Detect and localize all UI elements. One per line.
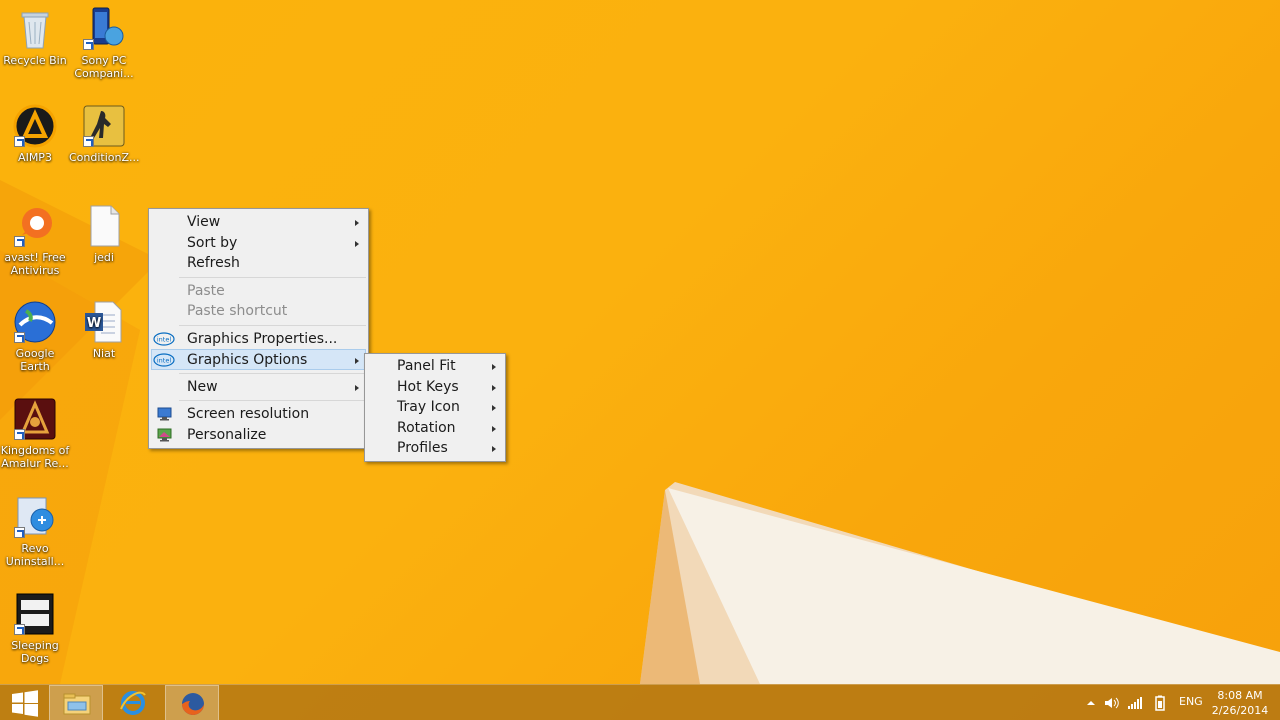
submenu-item-rotation[interactable]: Rotation — [365, 418, 505, 439]
show-hidden-icons-chevron-icon[interactable] — [1083, 695, 1099, 711]
shortcut-arrow-icon — [14, 624, 25, 635]
desktop-icon-sleeping-dogs[interactable]: Sleeping Dogs — [0, 591, 70, 665]
desktop-icon-label: Revo Uninstall... — [5, 542, 65, 568]
submenu-arrow-icon — [492, 364, 496, 370]
shortcut-arrow-icon — [14, 429, 25, 440]
avast-icon — [12, 203, 58, 249]
desktop-icon-condition-zero[interactable]: ConditionZ... — [69, 103, 140, 164]
svg-text:W: W — [87, 316, 101, 331]
taskbar-clock[interactable]: 8:08 AM 2/26/2014 — [1208, 688, 1272, 718]
input-language-indicator[interactable]: ENG — [1179, 695, 1203, 708]
network-signal-icon[interactable] — [1127, 695, 1143, 711]
menu-item-sort-by[interactable]: Sort by — [149, 233, 368, 254]
shortcut-arrow-icon — [83, 39, 94, 50]
desktop-icon-aimp3[interactable]: AIMP3 — [0, 103, 70, 164]
desktop-icon-label: Recycle Bin — [3, 54, 67, 67]
desktop-icon-kingdoms-of-amalur[interactable]: Kingdoms of Amalur Re... — [0, 396, 70, 470]
graphics-options-submenu: Panel Fit Hot Keys Tray Icon Rotation Pr… — [364, 353, 506, 462]
desktop-icon-label: jedi — [94, 251, 114, 264]
menu-separator — [179, 324, 366, 326]
desktop-icon-label: Sony PC Compani... — [74, 54, 134, 80]
revo-uninstaller-icon — [12, 494, 58, 540]
google-earth-icon — [12, 299, 58, 345]
desktop-icon-google-earth[interactable]: Google Earth — [0, 299, 70, 373]
submenu-arrow-icon — [492, 405, 496, 411]
clock-time: 8:08 AM — [1217, 689, 1263, 702]
menu-item-refresh[interactable]: Refresh — [149, 253, 368, 274]
sleeping-dogs-icon — [12, 591, 58, 637]
submenu-arrow-icon — [492, 425, 496, 432]
menu-item-personalize[interactable]: Personalize — [149, 425, 368, 446]
shortcut-arrow-icon — [14, 332, 25, 343]
taskbar: ENG 8:08 AM 2/26/2014 — [0, 684, 1280, 720]
desktop-icon-label: ConditionZ... — [69, 151, 140, 164]
submenu-arrow-icon — [492, 446, 496, 452]
text-file-icon — [81, 203, 127, 249]
submenu-item-hot-keys[interactable]: Hot Keys — [365, 377, 505, 398]
svg-text:intel: intel — [157, 357, 171, 365]
desktop-icon-revo-uninstaller[interactable]: Revo Uninstall... — [0, 494, 70, 568]
desktop-icon-label: Sleeping Dogs — [11, 639, 59, 665]
shortcut-arrow-icon — [83, 136, 94, 147]
desktop-icon-label: Google Earth — [15, 347, 55, 373]
menu-separator — [179, 276, 366, 278]
menu-separator — [179, 372, 366, 374]
desktop-icon-label: Niat — [92, 347, 116, 360]
desktop-icon-jedi[interactable]: jedi — [69, 203, 139, 264]
battery-icon[interactable] — [1152, 695, 1168, 711]
menu-item-paste[interactable]: Paste — [149, 281, 368, 302]
monitor-icon — [157, 407, 172, 421]
submenu-arrow-icon — [355, 240, 359, 247]
personalize-icon — [157, 428, 172, 441]
clock-date: 2/26/2014 — [1211, 704, 1269, 717]
aimp-icon — [12, 103, 58, 149]
submenu-item-panel-fit[interactable]: Panel Fit — [365, 356, 505, 377]
recycle-bin-icon — [12, 6, 58, 52]
menu-item-screen-resolution[interactable]: Screen resolution — [149, 404, 368, 425]
intel-icon: intel — [153, 353, 175, 367]
desktop-icon-niat[interactable]: W Niat — [69, 299, 139, 360]
submenu-item-tray-icon[interactable]: Tray Icon — [365, 397, 505, 418]
shortcut-arrow-icon — [14, 527, 25, 538]
desktop-icon-recycle-bin[interactable]: Recycle Bin — [0, 6, 70, 67]
desktop-context-menu: View Sort by Refresh Paste Paste shortcu… — [148, 208, 369, 449]
submenu-item-profiles[interactable]: Profiles — [365, 438, 505, 459]
word-document-icon: W — [81, 299, 127, 345]
submenu-arrow-icon — [355, 358, 359, 364]
shortcut-arrow-icon — [14, 236, 25, 247]
desktop-icon-label: avast! Free Antivirus — [4, 251, 66, 277]
volume-icon[interactable] — [1103, 695, 1119, 711]
desktop-icon-sony-pc-companion[interactable]: Sony PC Compani... — [69, 6, 139, 80]
svg-text:intel: intel — [157, 335, 171, 343]
desktop-icon-avast[interactable]: avast! Free Antivirus — [0, 203, 70, 277]
intel-icon: intel — [153, 331, 175, 346]
submenu-arrow-icon — [355, 220, 359, 226]
menu-item-graphics-options[interactable]: intel Graphics Options — [151, 349, 366, 370]
menu-item-new[interactable]: New — [149, 377, 368, 398]
sony-phone-icon — [81, 6, 127, 52]
submenu-arrow-icon — [355, 384, 359, 391]
menu-item-paste-shortcut[interactable]: Paste shortcut — [149, 301, 368, 322]
menu-item-view[interactable]: View — [149, 212, 368, 233]
shortcut-arrow-icon — [14, 136, 25, 147]
desktop-icon-label: Kingdoms of Amalur Re... — [0, 444, 70, 470]
kingdoms-of-amalur-icon — [12, 396, 58, 442]
desktop-icon-label: AIMP3 — [18, 151, 52, 164]
counter-strike-icon — [81, 103, 127, 149]
menu-item-graphics-properties[interactable]: intel Graphics Properties... — [149, 329, 368, 350]
submenu-arrow-icon — [492, 384, 496, 391]
system-tray: ENG 8:08 AM 2/26/2014 — [0, 685, 1280, 720]
menu-separator — [179, 400, 366, 401]
